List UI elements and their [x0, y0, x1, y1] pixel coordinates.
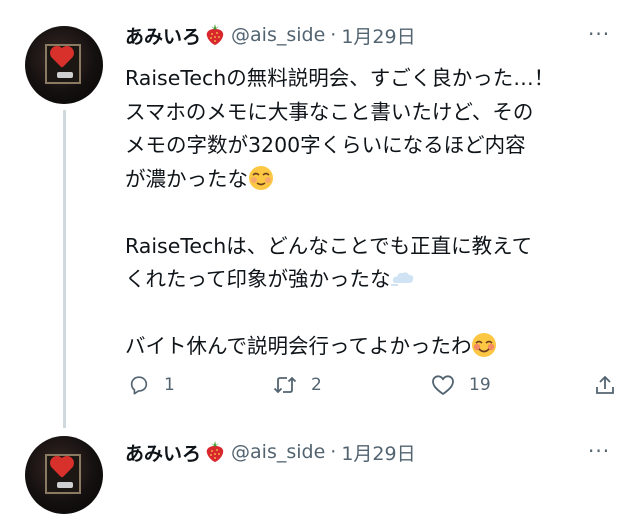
author-name[interactable]: あみいろ [125, 439, 201, 466]
tweet-actions: 1 2 19 [125, 368, 620, 402]
tweet-line: RaiseTechの無料説明会、すごく良かった…！ [125, 66, 555, 90]
tweet-line: メモの字数が3200字くらいになるほど内容 [125, 133, 526, 157]
avatar[interactable] [25, 436, 103, 514]
separator-dot: · [330, 24, 337, 46]
tweet-line: くれたって印象が強かったな [125, 267, 391, 291]
more-options-icon[interactable]: ··· [588, 22, 610, 46]
tweet-line: が濃かったな [125, 166, 248, 191]
like-button[interactable]: 19 [431, 368, 491, 402]
retweet-icon [273, 376, 297, 394]
separator-dot: · [330, 441, 337, 463]
retweet-count: 2 [311, 375, 322, 395]
dash-cloud-emoji-icon [390, 265, 416, 291]
reply-button[interactable]: 1 [128, 368, 175, 402]
share-icon [596, 375, 614, 394]
tweet-header: あみいろ @ais_side · 1月29日 [125, 439, 416, 465]
like-count: 19 [469, 375, 491, 395]
retweet-button[interactable]: 2 [273, 368, 322, 402]
avatar-ribbon [57, 482, 73, 488]
more-options-icon[interactable]: ··· [588, 439, 610, 463]
author-handle[interactable]: @ais_side [231, 24, 325, 46]
tweet-paragraph: RaiseTechは、どんなことでも正直に教えて くれたって印象が強かったな [125, 230, 620, 297]
tweet-line: スマホのメモに大事なこと書いたけど、その [125, 99, 534, 124]
strawberry-emoji-icon [205, 441, 225, 463]
tweet-line: RaiseTechは、どんなことでも正直に教えて [125, 233, 533, 258]
tweet-date[interactable]: 1月29日 [341, 22, 415, 49]
avatar-ribbon [57, 72, 73, 78]
tweet-line: バイト休んで説明会行ってよかったわ [125, 334, 472, 358]
tweet-date[interactable]: 1月29日 [341, 439, 415, 466]
strawberry-emoji-icon [205, 24, 225, 46]
tweet-header: あみいろ @ais_side · 1月29日 [125, 22, 416, 48]
tweet-text: RaiseTechの無料説明会、すごく良かった…！ スマホのメモに大事なこと書い… [125, 62, 620, 364]
author-name[interactable]: あみいろ [125, 22, 201, 49]
tweet-paragraph: RaiseTechの無料説明会、すごく良かった…！ スマホのメモに大事なこと書い… [125, 62, 620, 196]
reply-count: 1 [164, 375, 175, 395]
relieved-face-emoji-icon [248, 165, 274, 191]
smiling-face-emoji-icon [471, 332, 497, 358]
share-button[interactable] [594, 368, 616, 402]
avatar[interactable] [25, 26, 103, 104]
tweet-paragraph: バイト休んで説明会行ってよかったわ [125, 330, 620, 364]
thread-connector-line [63, 110, 66, 428]
author-handle[interactable]: @ais_side [231, 441, 325, 463]
reply-icon [130, 376, 148, 395]
heart-icon [432, 375, 454, 395]
